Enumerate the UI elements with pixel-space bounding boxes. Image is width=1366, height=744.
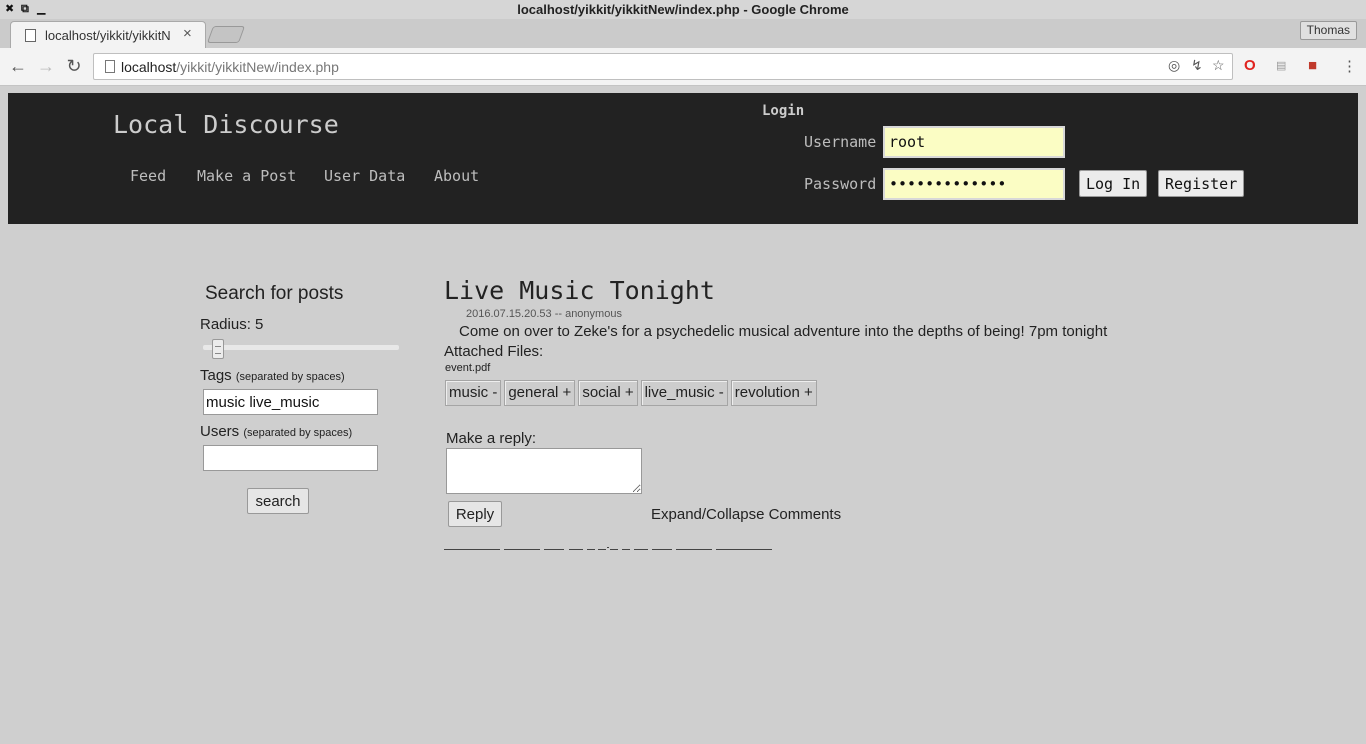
- expand-collapse-comments[interactable]: Expand/Collapse Comments: [651, 506, 841, 523]
- post-title: Live Music Tonight: [444, 276, 715, 305]
- address-bar[interactable]: localhost/yikkit/yikkitNew/index.php ◎ ↯…: [93, 53, 1233, 80]
- nav-about[interactable]: About: [434, 167, 479, 185]
- tag-revolution[interactable]: revolution +: [730, 380, 817, 406]
- tag-social[interactable]: social +: [578, 380, 638, 406]
- nav-feed[interactable]: Feed: [130, 167, 166, 185]
- arrow-left-icon[interactable]: ←: [6, 54, 30, 78]
- tag-music[interactable]: music -: [445, 380, 502, 406]
- new-tab-button[interactable]: [206, 26, 246, 43]
- password-label: Password: [804, 175, 877, 193]
- site-header: Local Discourse Feed Make a Post User Da…: [8, 93, 1358, 224]
- tag-live-music[interactable]: live_music -: [640, 380, 728, 406]
- reply-button[interactable]: Reply: [448, 501, 502, 527]
- tags-input[interactable]: [203, 389, 378, 415]
- nav-user-data[interactable]: User Data: [324, 167, 405, 185]
- username-field[interactable]: [883, 126, 1065, 158]
- tab-strip: localhost/yikkit/yikkitN × Thomas: [0, 19, 1366, 49]
- tag-list: music - general + social + live_music - …: [445, 380, 817, 406]
- window-title: localhost/yikkit/yikkitNew/index.php - G…: [517, 2, 849, 17]
- search-heading: Search for posts: [205, 283, 344, 304]
- page-favicon-icon: [25, 29, 36, 42]
- password-field[interactable]: [883, 168, 1065, 200]
- username-label: Username: [804, 133, 877, 151]
- bookmark-icon[interactable]: ■: [1308, 57, 1317, 74]
- tags-label: Tags (separated by spaces): [200, 367, 345, 384]
- menu-icon[interactable]: ⋮: [1342, 57, 1357, 75]
- login-button[interactable]: Log In: [1079, 170, 1148, 197]
- reply-textarea[interactable]: [446, 448, 642, 494]
- star-icon[interactable]: ☆: [1212, 57, 1225, 74]
- users-input[interactable]: [203, 445, 378, 471]
- reply-label: Make a reply:: [446, 430, 537, 447]
- search-button[interactable]: search: [247, 488, 309, 514]
- comment-divider: [444, 538, 774, 550]
- extension-icon[interactable]: ▤: [1276, 59, 1286, 72]
- users-label: Users (separated by spaces): [200, 423, 353, 440]
- arrow-right-icon[interactable]: →: [34, 54, 58, 78]
- nav-make-a-post[interactable]: Make a Post: [197, 167, 296, 185]
- site-title[interactable]: Local Discourse: [113, 110, 339, 139]
- window-titlebar: ✖ ⧉ ▁ localhost/yikkit/yikkitNew/index.p…: [0, 0, 1366, 19]
- login-heading: Login: [762, 103, 805, 119]
- register-button[interactable]: Register: [1158, 170, 1245, 197]
- tab-title: localhost/yikkit/yikkitN: [45, 28, 171, 43]
- profile-button[interactable]: Thomas: [1299, 21, 1357, 40]
- attached-files-label: Attached Files:: [444, 343, 544, 360]
- radius-slider-thumb[interactable]: [212, 339, 225, 359]
- tab-close-icon[interactable]: ×: [183, 25, 192, 42]
- tag-general[interactable]: general +: [504, 380, 576, 406]
- radius-slider-track[interactable]: [203, 345, 399, 350]
- attached-file-link[interactable]: event.pdf: [445, 362, 490, 374]
- url-text[interactable]: localhost/yikkit/yikkitNew/index.php: [121, 59, 339, 75]
- browser-toolbar: ← → ↻ localhost/yikkit/yikkitNew/index.p…: [0, 48, 1366, 86]
- reload-icon[interactable]: ↻: [62, 54, 86, 78]
- opera-icon[interactable]: O: [1244, 57, 1256, 74]
- key-icon[interactable]: ↯: [1191, 57, 1203, 74]
- post-meta: 2016.07.15.20.53 -- anonymous: [466, 308, 622, 320]
- location-icon[interactable]: ◎: [1168, 57, 1180, 74]
- post-body: Come on over to Zeke's for a psychedelic…: [459, 323, 1108, 340]
- radius-label: Radius: 5: [200, 316, 264, 333]
- page-info-icon[interactable]: [105, 60, 115, 73]
- browser-tab[interactable]: localhost/yikkit/yikkitN ×: [10, 21, 206, 49]
